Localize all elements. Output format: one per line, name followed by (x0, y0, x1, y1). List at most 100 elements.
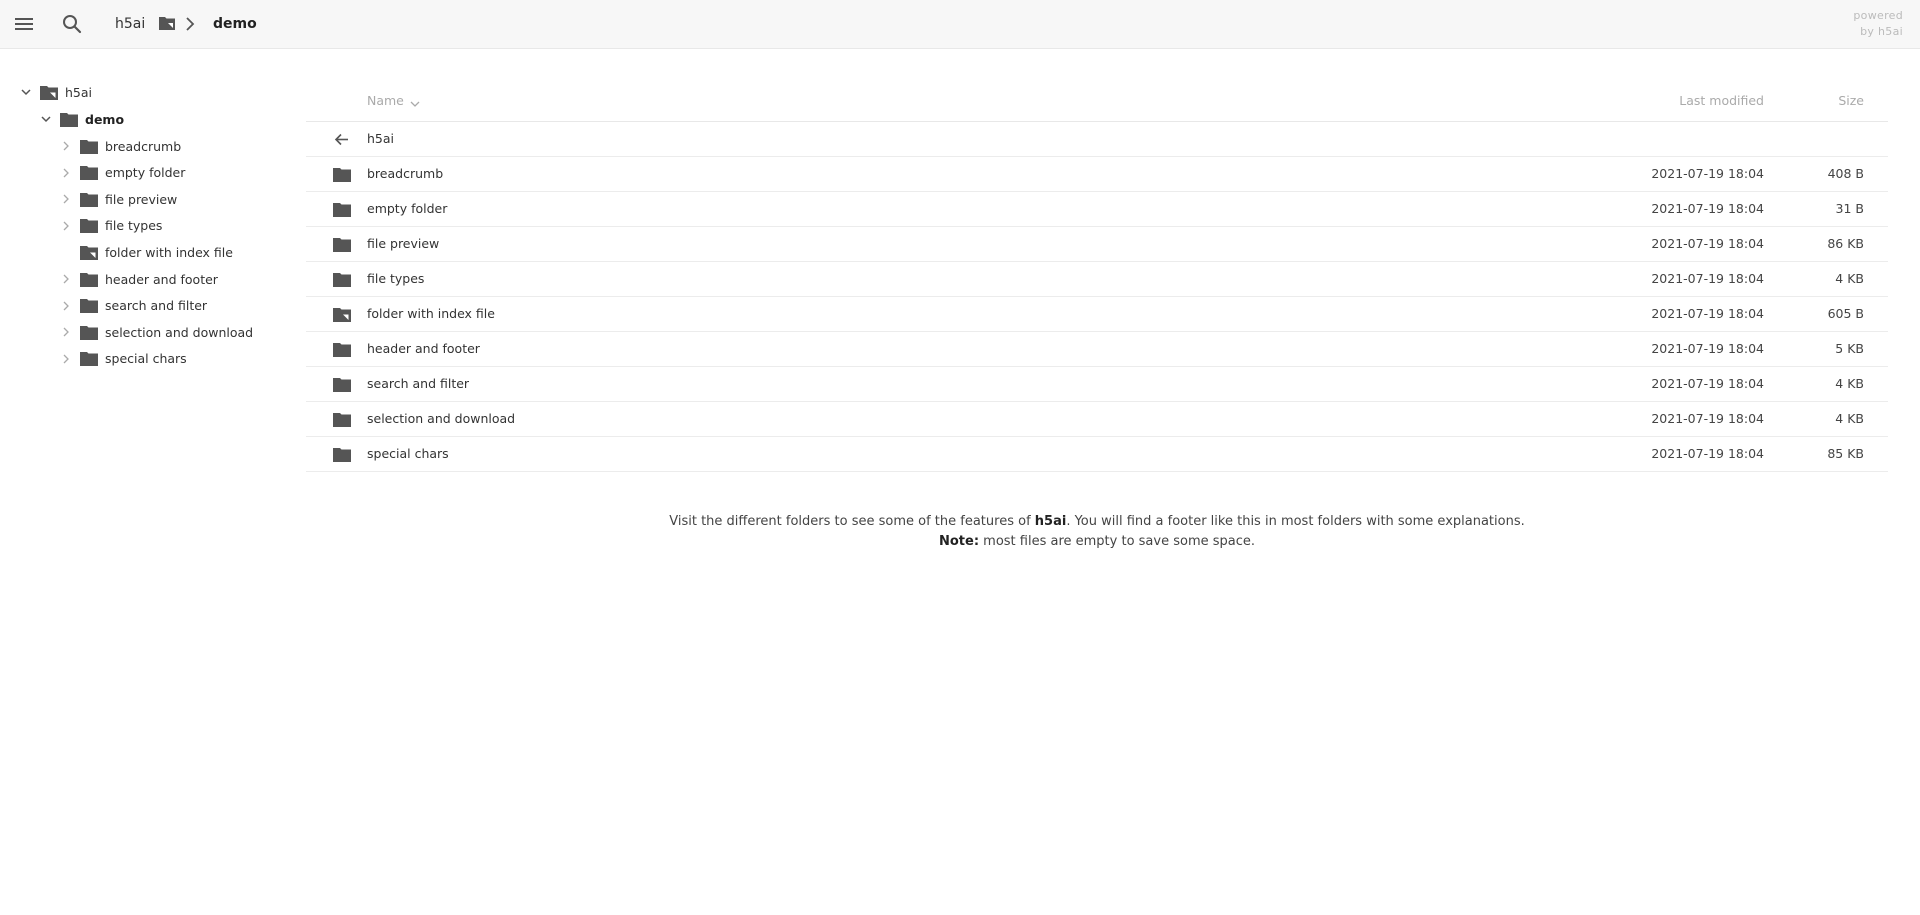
tree-item-label: header and footer (105, 271, 218, 287)
row-name: special chars (367, 446, 449, 461)
tree-item-label: search and filter (105, 298, 208, 314)
folder-page-icon (80, 245, 98, 260)
folder-icon (80, 139, 98, 154)
folder-icon (333, 412, 351, 427)
table-row[interactable]: file preview 2021-07-19 18:04 86 KB (306, 227, 1888, 262)
footer-note-label: Note: (938, 534, 980, 549)
chevron-right-icon[interactable] (60, 193, 72, 205)
folder-icon (333, 272, 351, 287)
folder-icon (333, 202, 351, 217)
topbar: h5ai demo powered by h5ai (0, 0, 1920, 49)
tree-item-search-and-filter[interactable]: search and filter (60, 294, 207, 318)
chevron-right-icon[interactable] (60, 220, 72, 232)
folder-icon (80, 165, 98, 181)
row-name: h5ai (367, 131, 395, 146)
table-row[interactable]: breadcrumb 2021-07-19 18:04 408 B (306, 157, 1888, 192)
folder-icon (80, 298, 98, 314)
modified-column-header[interactable]: Last modified (1679, 93, 1764, 108)
row-name: folder with index file (367, 306, 495, 321)
tree-item-label: file types (105, 218, 163, 234)
row-size: 85 KB (1827, 446, 1864, 461)
row-name: empty folder (367, 201, 448, 216)
tree-item-label: special chars (105, 351, 187, 367)
chevron-right-icon[interactable] (60, 300, 72, 312)
chevron-right-icon[interactable] (60, 167, 72, 179)
chevron-down-icon[interactable] (20, 86, 32, 98)
parent-folder-row[interactable]: h5ai (306, 122, 1888, 157)
tree-item-header-and-footer[interactable]: header and footer (60, 267, 218, 291)
chevron-right-icon[interactable] (60, 140, 72, 152)
powered-line-2: by h5ai (1860, 25, 1903, 38)
folder-icon (333, 237, 351, 252)
row-size: 605 B (1827, 306, 1864, 321)
chevron-down-icon[interactable] (40, 113, 52, 125)
breadcrumb-current[interactable]: demo (213, 12, 257, 36)
row-size: 4 KB (1835, 411, 1864, 426)
folder-icon (80, 325, 98, 340)
table-row[interactable]: folder with index file 2021-07-19 18:04 60… (306, 297, 1888, 332)
table-row[interactable]: selection and download 2021-07-19 18:04 4 … (306, 402, 1888, 437)
row-modified: 2021-07-19 18:04 (1651, 201, 1764, 216)
row-modified: 2021-07-19 18:04 (1651, 376, 1764, 391)
folder-icon (333, 167, 351, 182)
folder-icon (80, 351, 98, 367)
folder-icon (60, 112, 78, 127)
footer-brand: h5ai (1034, 514, 1067, 529)
folder-icon (333, 447, 351, 462)
chevron-right-icon[interactable] (60, 273, 72, 285)
row-modified: 2021-07-19 18:04 (1651, 411, 1764, 426)
chevron-down-icon (410, 97, 420, 107)
breadcrumb-root[interactable]: h5ai (115, 12, 145, 36)
row-name: selection and download (367, 411, 516, 426)
listing-header: Name Last modified Size (306, 80, 1888, 122)
row-size: 408 B (1827, 166, 1864, 181)
size-column-header[interactable]: Size (1838, 93, 1864, 108)
tree-item-file-types[interactable]: file types (60, 214, 162, 238)
tree-item-label: empty folder (105, 165, 186, 181)
row-name: breadcrumb (367, 166, 444, 181)
tree-item-empty-folder[interactable]: empty folder (60, 161, 185, 185)
tree-item-special-chars[interactable]: special chars (60, 347, 187, 371)
table-row[interactable]: special chars 2021-07-19 18:04 85 KB (306, 437, 1888, 472)
row-modified: 2021-07-19 18:04 (1651, 166, 1764, 181)
table-row[interactable]: empty folder 2021-07-19 18:04 31 B (306, 192, 1888, 227)
table-row[interactable]: search and filter 2021-07-19 18:04 4 KB (306, 367, 1888, 402)
powered-line-1: powered (1853, 9, 1903, 22)
row-size: 4 KB (1835, 376, 1864, 391)
footer-note: Visit the different folders to see some … (306, 512, 1888, 552)
folder-page-icon (159, 16, 175, 30)
row-modified: 2021-07-19 18:04 (1651, 446, 1764, 461)
tree-item-label: file preview (105, 191, 178, 207)
tree-item-h5ai[interactable]: h5ai (20, 80, 92, 104)
folder-icon (333, 377, 351, 392)
tree-item-label: h5ai (65, 84, 93, 100)
chevron-right-icon (184, 16, 196, 32)
search-icon[interactable] (60, 12, 84, 36)
tree-item-label: selection and download (105, 324, 254, 340)
chevron-right-icon[interactable] (60, 326, 72, 338)
table-row[interactable]: file types 2021-07-19 18:04 4 KB (306, 262, 1888, 297)
row-size: 31 B (1835, 201, 1864, 216)
menu-icon[interactable] (12, 12, 36, 36)
folder-icon (80, 272, 98, 287)
row-modified: 2021-07-19 18:04 (1651, 341, 1764, 356)
tree-item-file-preview[interactable]: file preview (60, 187, 177, 211)
tree-item-label: demo (85, 111, 125, 127)
folder-page-icon (40, 85, 58, 100)
row-modified: 2021-07-19 18:04 (1651, 271, 1764, 286)
tree-item-breadcrumb[interactable]: breadcrumb (60, 134, 181, 158)
folder-icon (80, 192, 98, 207)
arrow-left-icon (333, 132, 351, 147)
tree-item-folder-with-index-file[interactable]: folder with index file (60, 240, 233, 264)
powered-by[interactable]: powered by h5ai (1853, 8, 1903, 40)
chevron-right-icon[interactable] (60, 353, 72, 365)
row-name: search and filter (367, 376, 470, 391)
row-name: header and footer (367, 341, 480, 356)
tree-item-demo[interactable]: demo (40, 107, 124, 131)
row-size: 5 KB (1835, 341, 1864, 356)
name-column-header[interactable]: Name (367, 93, 404, 108)
tree-item-selection-and-download[interactable]: selection and download (60, 320, 253, 344)
footer-line-2: Note: most files are empty to save some … (938, 534, 1256, 549)
table-row[interactable]: header and footer 2021-07-19 18:04 5 KB (306, 332, 1888, 367)
